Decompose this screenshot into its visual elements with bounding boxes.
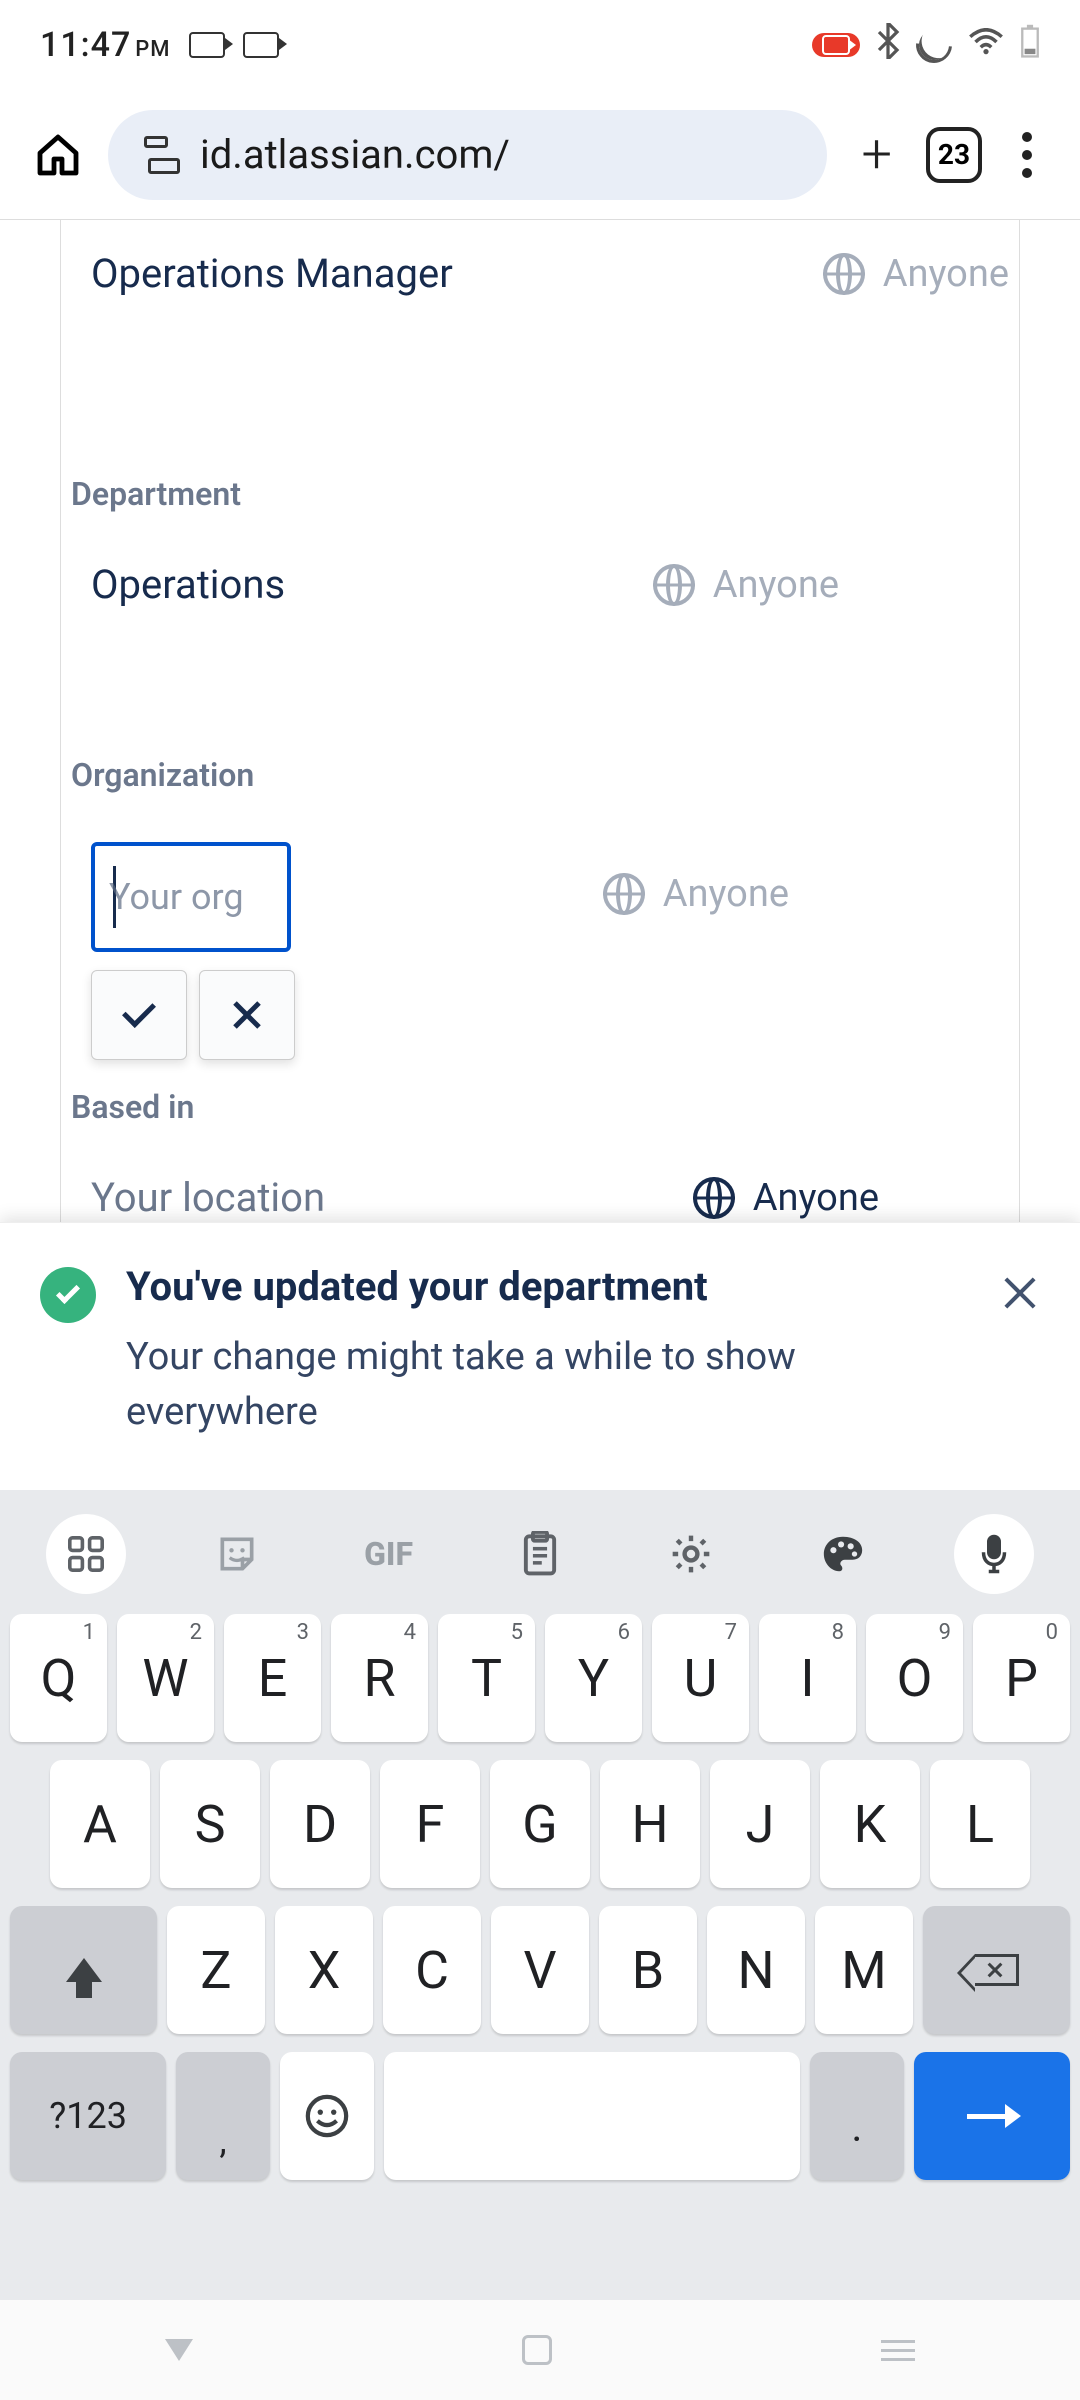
nav-home-button[interactable] — [522, 2335, 552, 2365]
key-comma[interactable]: , — [176, 2052, 270, 2180]
globe-icon — [693, 1177, 735, 1219]
site-settings-icon — [140, 140, 180, 170]
camera-icon — [243, 32, 279, 58]
key-g[interactable]: G — [490, 1760, 590, 1888]
soft-keyboard: GIF Q1W2E3R4T5Y6U7I8O9P0 ASDFGHJKL ZXCVB… — [0, 1490, 1080, 2300]
key-t[interactable]: T5 — [438, 1614, 535, 1742]
key-q[interactable]: Q1 — [10, 1614, 107, 1742]
department-visibility[interactable]: Anyone — [653, 563, 839, 607]
key-d[interactable]: D — [270, 1760, 370, 1888]
key-b[interactable]: B — [599, 1906, 697, 2034]
key-x[interactable]: X — [275, 1906, 373, 2034]
key-c[interactable]: C — [383, 1906, 481, 2034]
key-w[interactable]: W2 — [117, 1614, 214, 1742]
job-title-visibility[interactable]: Anyone — [823, 252, 1009, 296]
organization-visibility[interactable]: Anyone — [603, 872, 789, 916]
key-r[interactable]: R4 — [331, 1614, 428, 1742]
kb-settings-button[interactable] — [651, 1514, 731, 1594]
kb-gif-button[interactable]: GIF — [349, 1514, 429, 1594]
key-shift[interactable] — [10, 1906, 157, 2034]
department-value[interactable]: Operations — [91, 561, 285, 608]
key-k[interactable]: K — [820, 1760, 920, 1888]
globe-icon — [603, 873, 645, 915]
organization-input[interactable]: Your org — [91, 842, 291, 952]
key-space[interactable] — [384, 2052, 801, 2180]
nav-back-button[interactable] — [165, 2339, 193, 2361]
key-l[interactable]: L — [930, 1760, 1030, 1888]
key-a[interactable]: A — [50, 1760, 150, 1888]
key-m[interactable]: M — [815, 1906, 913, 2034]
key-f[interactable]: F — [380, 1760, 480, 1888]
cancel-button[interactable] — [199, 970, 295, 1060]
key-p[interactable]: P0 — [973, 1614, 1070, 1742]
key-enter[interactable] — [914, 2052, 1070, 2180]
based-in-visibility[interactable]: Anyone — [693, 1176, 879, 1220]
key-h[interactable]: H — [600, 1760, 700, 1888]
key-i[interactable]: I8 — [759, 1614, 856, 1742]
based-in-label: Based in — [71, 1088, 1009, 1126]
key-j[interactable]: J — [710, 1760, 810, 1888]
screen-record-badge — [812, 33, 860, 57]
department-label: Department — [71, 475, 1009, 513]
bluetooth-icon — [876, 23, 900, 68]
toast-close-button[interactable] — [1000, 1273, 1040, 1313]
key-s[interactable]: S — [160, 1760, 260, 1888]
tab-switcher-button[interactable]: 23 — [926, 127, 982, 183]
key-emoji[interactable] — [280, 2052, 374, 2180]
camera-icon — [189, 32, 225, 58]
key-n[interactable]: N — [707, 1906, 805, 2034]
wifi-icon — [968, 25, 1004, 65]
key-v[interactable]: V — [491, 1906, 589, 2034]
toast-message: Your change might take a while to show e… — [126, 1330, 970, 1440]
globe-icon — [823, 253, 865, 295]
page-content: Operations Manager Anyone Department Ope… — [0, 220, 1080, 1490]
system-nav-bar — [0, 2300, 1080, 2400]
url-text: id.atlassian.com/ — [200, 131, 510, 178]
kb-theme-button[interactable] — [803, 1514, 883, 1594]
toast-notification: You've updated your department Your chan… — [0, 1222, 1080, 1490]
browser-toolbar: id.atlassian.com/ + 23 — [0, 90, 1080, 220]
key-o[interactable]: O9 — [866, 1614, 963, 1742]
key-u[interactable]: U7 — [652, 1614, 749, 1742]
success-icon — [40, 1267, 96, 1323]
key-z[interactable]: Z — [167, 1906, 265, 2034]
status-bar: 11:47PM — [0, 0, 1080, 90]
toast-title: You've updated your department — [126, 1263, 970, 1310]
key-backspace[interactable] — [923, 1906, 1070, 2034]
organization-label: Organization — [71, 756, 1009, 794]
key-y[interactable]: Y6 — [545, 1614, 642, 1742]
kb-sticker-button[interactable] — [197, 1514, 277, 1594]
url-bar[interactable]: id.atlassian.com/ — [108, 110, 827, 200]
battery-icon — [1020, 24, 1040, 67]
key-e[interactable]: E3 — [224, 1614, 321, 1742]
home-button[interactable] — [28, 125, 88, 185]
status-time: 11:47PM — [40, 25, 171, 65]
globe-icon — [653, 564, 695, 606]
job-title-value[interactable]: Operations Manager — [91, 250, 453, 297]
key-symbols[interactable]: ?123 — [10, 2052, 166, 2180]
based-in-value[interactable]: Your location — [91, 1174, 325, 1221]
browser-menu-button[interactable] — [1002, 132, 1052, 178]
confirm-button[interactable] — [91, 970, 187, 1060]
kb-apps-button[interactable] — [46, 1514, 126, 1594]
nav-recent-button[interactable] — [881, 2340, 915, 2361]
key-period[interactable]: . — [810, 2052, 904, 2180]
new-tab-button[interactable]: + — [847, 123, 906, 186]
kb-clipboard-button[interactable] — [500, 1514, 580, 1594]
dnd-icon — [909, 20, 960, 71]
kb-voice-button[interactable] — [954, 1514, 1034, 1594]
